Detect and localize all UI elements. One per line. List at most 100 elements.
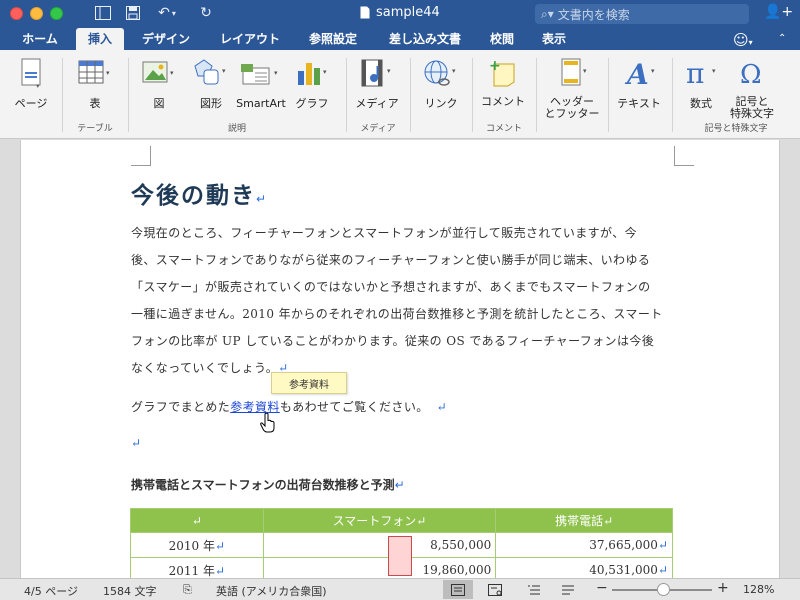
tab-references[interactable]: 参照設定 — [298, 28, 368, 50]
undo-icon[interactable]: ↶ ▾ — [152, 3, 182, 23]
table-header-cell[interactable]: ↵ — [130, 508, 264, 533]
link-sentence-after: もあわせてご覧ください。 — [279, 400, 429, 414]
shapes-icon: ▾ — [188, 56, 234, 90]
text-label: テキスト — [617, 97, 661, 110]
group-illustrations-label: 説明 — [227, 124, 246, 134]
table-cell[interactable]: 40,531,000↵ — [495, 557, 673, 578]
header-footer-button[interactable]: ▾ ヘッダー とフッター — [540, 56, 604, 120]
svg-text:▾: ▾ — [583, 67, 587, 75]
group-media-label: メディア — [360, 124, 396, 134]
svg-text:▾: ▾ — [387, 67, 391, 75]
body-paragraph: 今現在のところ、フィーチャーフォンとスマートフォンが並行して販売されていますが、… — [131, 220, 676, 382]
save-icon[interactable] — [123, 3, 143, 23]
chart-icon: ▾ — [292, 56, 332, 90]
language-indicator[interactable]: 英語 (アメリカ合衆国) — [216, 583, 327, 599]
shapes-button[interactable]: ▾ 図形 — [188, 56, 234, 110]
web-layout-view-icon[interactable] — [480, 580, 510, 599]
svg-text:▾: ▾ — [651, 67, 655, 75]
page-button[interactable]: ▾ ページ — [8, 56, 54, 110]
svg-text:+: + — [489, 58, 501, 74]
paragraph-line: 後、スマートフォンでありながら従来のフィーチャーフォンと使い勝手が同じ端末、いわ… — [131, 253, 651, 267]
feedback-smiley-icon[interactable]: ☺▾ — [733, 31, 753, 49]
collapse-ribbon-icon[interactable]: ⌃ — [778, 33, 786, 44]
document-icon — [360, 6, 370, 19]
print-layout-view-icon[interactable] — [443, 580, 473, 599]
tab-design[interactable]: デザイン — [131, 28, 201, 50]
cell-text: 19,860,000 — [422, 563, 492, 577]
zoom-in-button[interactable]: + — [717, 580, 729, 596]
header-text: スマートフォン — [332, 514, 417, 528]
outline-view-icon[interactable] — [519, 580, 549, 599]
tab-home[interactable]: ホーム — [10, 28, 70, 50]
chart-button[interactable]: ▾ グラフ — [292, 56, 332, 110]
table-header-cell[interactable]: 携帯電話↵ — [495, 508, 673, 533]
svg-text:▾: ▾ — [712, 67, 716, 75]
smartart-button[interactable]: ▾ SmartArt — [236, 56, 286, 110]
maximize-window-button[interactable] — [50, 7, 63, 20]
tab-insert[interactable]: 挿入 — [76, 28, 124, 50]
crop-mark-right — [674, 146, 694, 166]
search-placeholder: 文書内を検索 — [557, 7, 630, 22]
media-button[interactable]: ▾ メディア — [352, 56, 402, 110]
section-heading-text: 今後の動き — [131, 183, 256, 209]
picture-button[interactable]: ▾ 図 — [136, 56, 182, 110]
proofing-icon[interactable]: ⎘ — [183, 583, 192, 597]
reference-hyperlink[interactable]: 参考資料 — [230, 400, 280, 414]
share-user-icon[interactable]: 👤+ — [764, 4, 793, 20]
cell-text: 40,531,000 — [589, 563, 658, 577]
table-cell[interactable]: 2010 年↵ — [130, 532, 264, 558]
table-button[interactable]: ▾ 表 — [72, 56, 118, 110]
svg-text:Ω: Ω — [740, 60, 762, 88]
cell-mark-icon: ↵ — [191, 513, 202, 528]
table-cell[interactable]: 37,665,000↵ — [495, 532, 673, 558]
omega-icon: Ω — [728, 56, 776, 90]
document-area[interactable]: 今後の動き↵ 今現在のところ、フィーチャーフォンとスマートフォンが並行して販売さ… — [0, 140, 800, 578]
paragraph-mark-icon: ↵ — [256, 192, 269, 206]
zoom-out-button[interactable]: − — [596, 580, 608, 596]
tab-view[interactable]: 表示 — [532, 28, 576, 50]
table-row: 2010 年↵ 8,550,000 37,665,000↵ — [130, 532, 673, 576]
section-heading: 今後の動き↵ — [131, 176, 268, 210]
svg-text:▾: ▾ — [36, 82, 40, 88]
comment-button[interactable]: + コメント — [478, 56, 528, 108]
table-cell[interactable]: 19,860,000 — [262, 557, 497, 578]
cell-mark-icon: ↵ — [657, 563, 668, 577]
link-sentence: グラフでまとめた参考資料もあわせてご覧ください。 ↵ — [131, 398, 447, 415]
link-button[interactable]: ▾ リンク — [416, 56, 466, 110]
symbol-button[interactable]: Ω 記号と 特殊文字 — [728, 56, 776, 120]
equation-button[interactable]: π ▾ 数式 — [678, 56, 724, 110]
close-window-button[interactable] — [10, 7, 23, 20]
smartart-label: SmartArt — [236, 97, 286, 110]
minimize-window-button[interactable] — [30, 7, 43, 20]
page-count[interactable]: 4/5 ページ — [24, 583, 78, 599]
paragraph-line: なくなっていくでしょう。 — [131, 361, 279, 375]
redo-icon[interactable]: ↻ — [196, 3, 216, 23]
draft-view-icon[interactable] — [553, 580, 583, 599]
table-header-row: ↵ スマートフォン↵ 携帯電話↵ — [130, 508, 673, 533]
zoom-slider-knob[interactable] — [657, 583, 670, 596]
word-count[interactable]: 1584 文字 — [103, 583, 157, 599]
comment-label: コメント — [481, 95, 525, 108]
header-footer-label-2: とフッター — [544, 107, 600, 120]
cell-text: 8,550,000 — [430, 538, 492, 552]
zoom-level[interactable]: 128% — [743, 583, 774, 596]
tab-layout[interactable]: レイアウト — [210, 28, 290, 50]
svg-text:▾: ▾ — [106, 69, 110, 77]
table-cell[interactable]: 2011 年↵ — [130, 557, 264, 578]
group-comments-label: コメント — [485, 124, 522, 134]
search-field[interactable]: ⌕▾ 文書内を検索 — [535, 4, 749, 24]
paragraph-last-line: なくなっていくでしょう。↵ — [131, 355, 676, 382]
text-button[interactable]: A ▾ テキスト — [612, 56, 666, 110]
status-bar: 4/5 ページ 1584 文字 ⎘ 英語 (アメリカ合衆国) − + 128% — [0, 578, 800, 600]
ribbon-separator — [608, 58, 609, 132]
cell-mark-icon: ↵ — [215, 563, 226, 578]
sidebar-toggle-icon[interactable] — [93, 3, 113, 23]
hyperlink-tooltip: 参考資料 — [271, 372, 347, 394]
table-header-cell[interactable]: スマートフォン↵ — [262, 508, 497, 533]
ribbon-separator — [410, 58, 411, 132]
document-page[interactable]: 今後の動き↵ 今現在のところ、フィーチャーフォンとスマートフォンが並行して販売さ… — [20, 140, 780, 578]
table-cell[interactable]: 8,550,000 — [262, 532, 497, 576]
tab-mailings[interactable]: 差し込み文書 — [377, 28, 473, 50]
shipment-table: ↵ スマートフォン↵ 携帯電話↵ 2010 年↵ 8,550,000 37,66… — [130, 508, 673, 578]
tab-review[interactable]: 校閲 — [480, 28, 524, 50]
